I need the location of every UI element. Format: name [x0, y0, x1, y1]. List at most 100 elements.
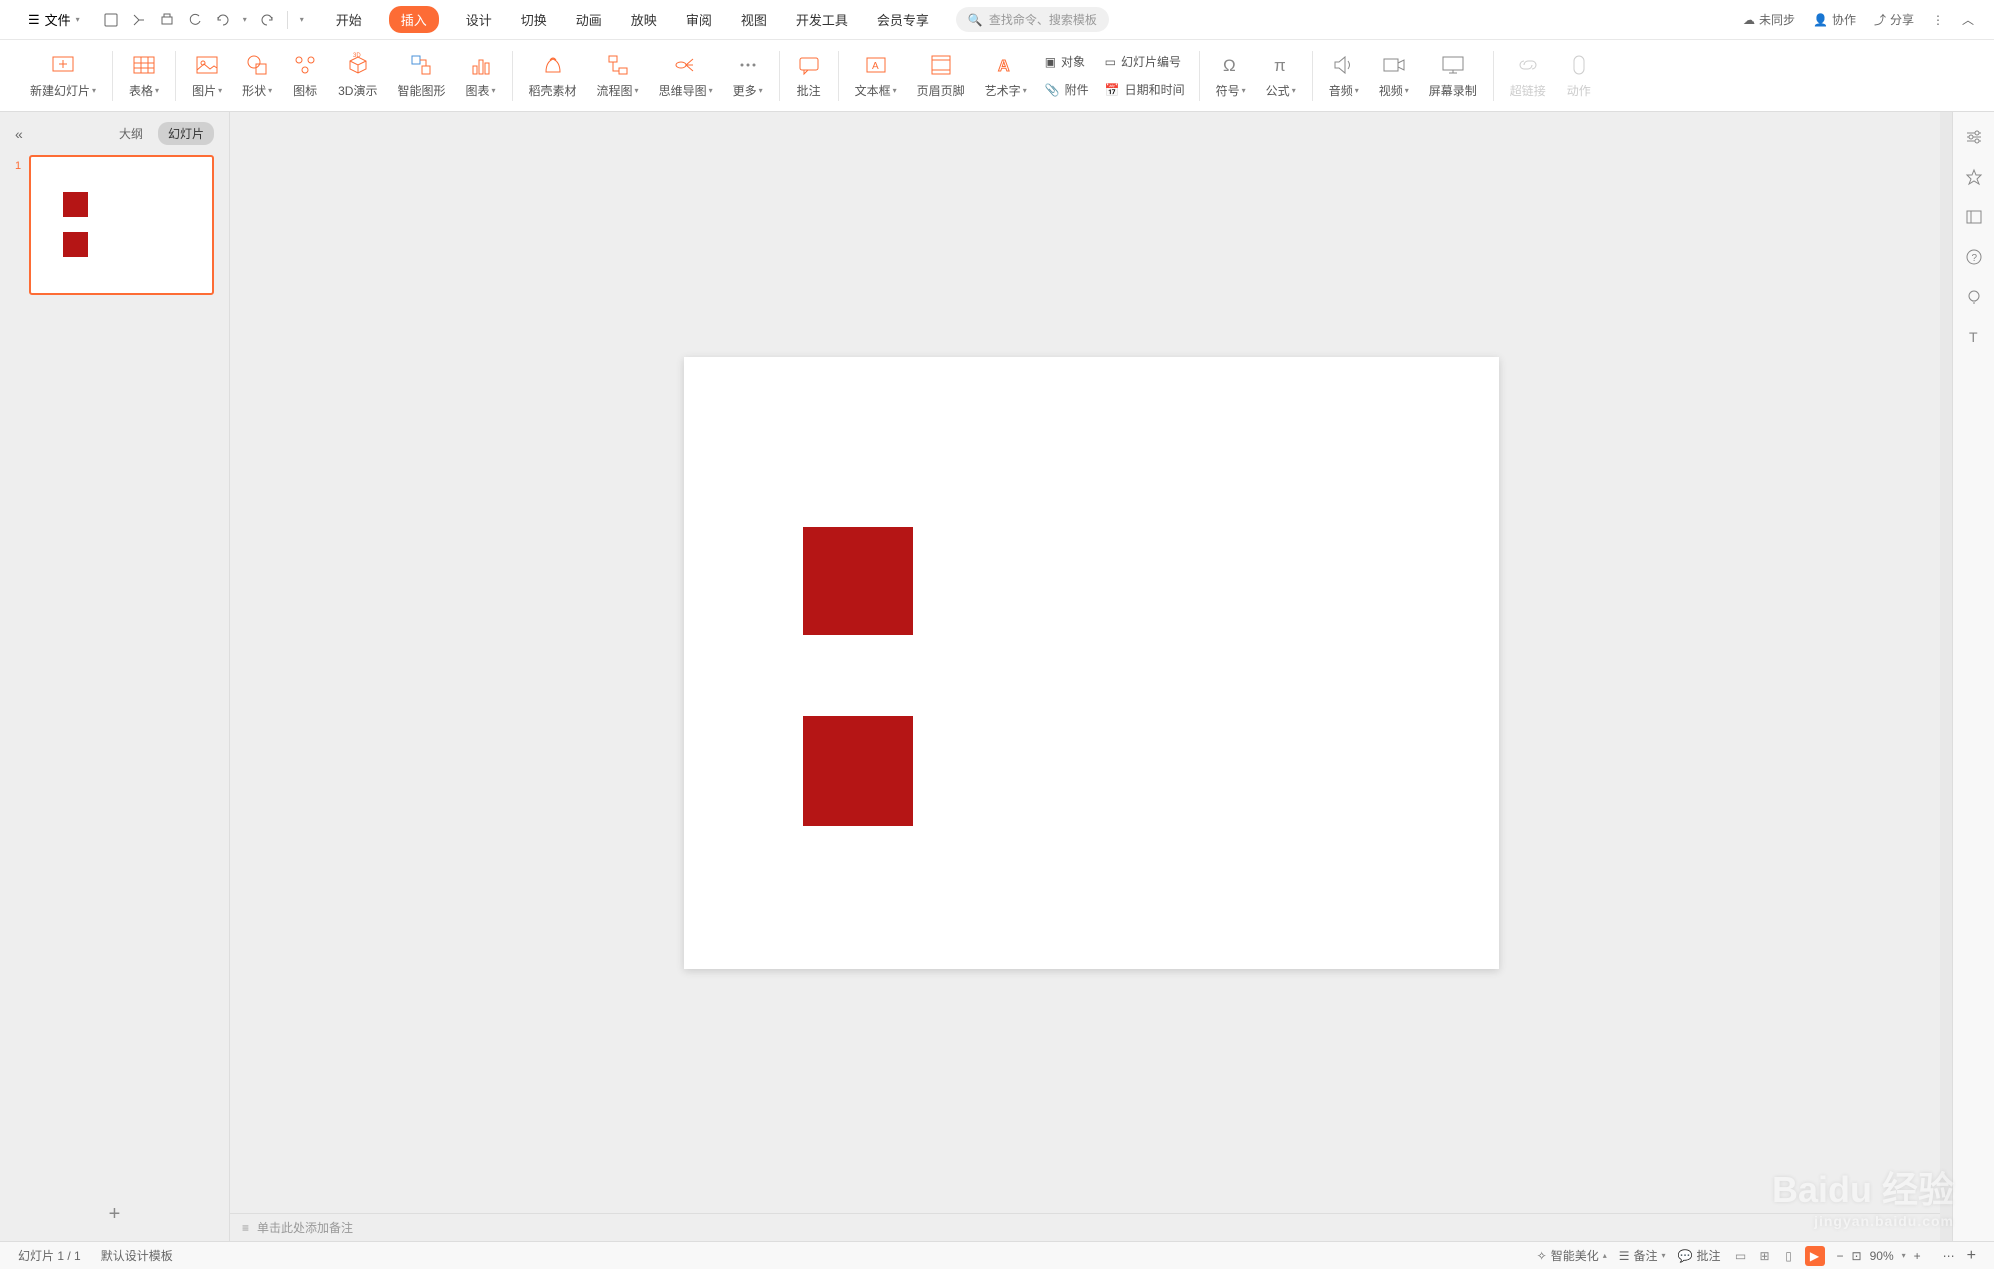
print-icon[interactable]: [159, 12, 175, 28]
attachment-button[interactable]: 📎附件: [1045, 78, 1089, 102]
collapse-ribbon-icon[interactable]: ︿: [1962, 11, 1974, 28]
zoom-in-button[interactable]: +: [1914, 1249, 1921, 1263]
object-icon: ▣: [1045, 55, 1056, 69]
svg-text:π: π: [1274, 56, 1286, 75]
slide-canvas[interactable]: [684, 357, 1499, 969]
reading-view-icon[interactable]: ▯: [1781, 1248, 1797, 1264]
slide-thumb-item[interactable]: 1: [15, 155, 214, 295]
separator: [287, 11, 288, 29]
smartart-button[interactable]: 智能图形: [387, 40, 455, 111]
fit-icon[interactable]: ⊡: [1852, 1249, 1862, 1263]
layout-icon[interactable]: [1964, 207, 1984, 227]
tab-developer[interactable]: 开发工具: [794, 6, 850, 33]
header-footer-button[interactable]: 页眉页脚: [907, 40, 975, 111]
equation-button[interactable]: π 公式▾: [1256, 40, 1306, 111]
tab-member[interactable]: 会员专享: [875, 6, 931, 33]
more-icon[interactable]: ⋮: [1932, 13, 1944, 27]
datetime-button[interactable]: 📅日期和时间: [1105, 78, 1185, 102]
tab-home[interactable]: 开始: [334, 6, 364, 33]
more-menu-icon[interactable]: ⋯: [1943, 1249, 1955, 1263]
mindmap-label: 思维导图: [659, 82, 707, 99]
sync-button[interactable]: ☁ 未同步: [1743, 11, 1795, 28]
qat-customize[interactable]: ▾: [300, 15, 304, 24]
chart-button[interactable]: 图表▾: [455, 40, 505, 111]
beautify-button[interactable]: ✧ 智能美化 ▴: [1537, 1247, 1607, 1264]
undo-icon[interactable]: [215, 12, 231, 28]
docer-button[interactable]: 稻壳素材: [519, 40, 587, 111]
right-sidebar: ? T: [1952, 112, 1994, 1241]
refresh-icon[interactable]: [187, 12, 203, 28]
sorter-view-icon[interactable]: ⊞: [1757, 1248, 1773, 1264]
mindmap-icon: [673, 52, 699, 78]
help-icon[interactable]: ?: [1964, 247, 1984, 267]
video-button[interactable]: 视频▾: [1369, 40, 1419, 111]
slideshow-icon[interactable]: ▶: [1805, 1246, 1825, 1266]
datetime-label: 日期和时间: [1125, 81, 1185, 98]
picture-button[interactable]: 图片▾: [182, 40, 232, 111]
add-slide-button[interactable]: +: [0, 1188, 229, 1241]
canvas-scroll[interactable]: [230, 112, 1952, 1213]
slide-thumbnail[interactable]: [29, 155, 214, 295]
notes-bar[interactable]: ≡ 单击此处添加备注: [230, 1213, 1952, 1241]
object-group: ▣对象 📎附件: [1037, 50, 1097, 102]
print-preview-icon[interactable]: [131, 12, 147, 28]
effects-icon[interactable]: [1964, 167, 1984, 187]
object-button[interactable]: ▣对象: [1045, 50, 1089, 74]
add-button[interactable]: +: [1967, 1247, 1976, 1265]
svg-text:A: A: [998, 58, 1010, 75]
comments-button[interactable]: 💬 批注: [1678, 1247, 1721, 1264]
outline-tab[interactable]: 大纲: [119, 125, 143, 142]
collab-button[interactable]: 👤 协作: [1813, 11, 1856, 28]
separator: [779, 51, 780, 101]
icons-button[interactable]: 图标: [282, 40, 328, 111]
tab-transition[interactable]: 切换: [519, 6, 549, 33]
number-group: ▭幻灯片编号 📅日期和时间: [1097, 50, 1193, 102]
vertical-scrollbar[interactable]: [1940, 112, 1952, 1241]
more-button[interactable]: 更多▾: [723, 40, 773, 111]
tab-animation[interactable]: 动画: [574, 6, 604, 33]
tab-review[interactable]: 审阅: [684, 6, 714, 33]
comment-label: 批注: [797, 82, 821, 99]
settings-icon[interactable]: [1964, 127, 1984, 147]
search-box[interactable]: 🔍 查找命令、搜索模板: [956, 7, 1109, 32]
collapse-panel-icon[interactable]: «: [15, 126, 23, 142]
zoom-level[interactable]: 90%: [1870, 1249, 1894, 1263]
wordart-button[interactable]: A 艺术字▾: [975, 40, 1037, 111]
undo-dropdown[interactable]: ▾: [243, 15, 247, 24]
tab-insert[interactable]: 插入: [389, 6, 439, 33]
file-label: 文件: [45, 10, 71, 29]
zoom-out-button[interactable]: −: [1837, 1249, 1844, 1263]
text-icon[interactable]: T: [1964, 327, 1984, 347]
rectangle-shape[interactable]: [803, 527, 913, 635]
rectangle-shape[interactable]: [803, 716, 913, 826]
comments-label: 批注: [1697, 1247, 1721, 1264]
wordart-icon: A: [993, 52, 1019, 78]
new-slide-button[interactable]: 新建幻灯片▾: [20, 40, 106, 111]
notes-button[interactable]: ☰ 备注 ▾: [1619, 1247, 1666, 1264]
tab-slideshow[interactable]: 放映: [629, 6, 659, 33]
screen-record-button[interactable]: 屏幕录制: [1419, 40, 1487, 111]
notes-placeholder: 单击此处添加备注: [257, 1219, 353, 1236]
normal-view-icon[interactable]: ▭: [1733, 1248, 1749, 1264]
comment-button[interactable]: 批注: [786, 40, 832, 111]
3d-button[interactable]: 3D 3D演示: [328, 40, 387, 111]
tab-view[interactable]: 视图: [739, 6, 769, 33]
tab-design[interactable]: 设计: [464, 6, 494, 33]
mindmap-button[interactable]: 思维导图▾: [649, 40, 723, 111]
textbox-button[interactable]: A 文本框▾: [845, 40, 907, 111]
file-menu[interactable]: ☰ 文件 ▾: [20, 5, 88, 34]
flowchart-button[interactable]: 流程图▾: [587, 40, 649, 111]
idea-icon[interactable]: [1964, 287, 1984, 307]
audio-button[interactable]: 音频▾: [1319, 40, 1369, 111]
symbol-button[interactable]: Ω 符号▾: [1206, 40, 1256, 111]
share-button[interactable]: ⤴ 分享: [1874, 11, 1914, 28]
separator: [838, 51, 839, 101]
redo-icon[interactable]: [259, 12, 275, 28]
shapes-button[interactable]: 形状▾: [232, 40, 282, 111]
slides-tab[interactable]: 幻灯片: [158, 122, 214, 145]
search-icon: 🔍: [968, 13, 983, 27]
table-button[interactable]: 表格▾: [119, 40, 169, 111]
save-icon[interactable]: [103, 12, 119, 28]
cube-icon: 3D: [345, 52, 371, 78]
slide-number-button[interactable]: ▭幻灯片编号: [1105, 50, 1185, 74]
